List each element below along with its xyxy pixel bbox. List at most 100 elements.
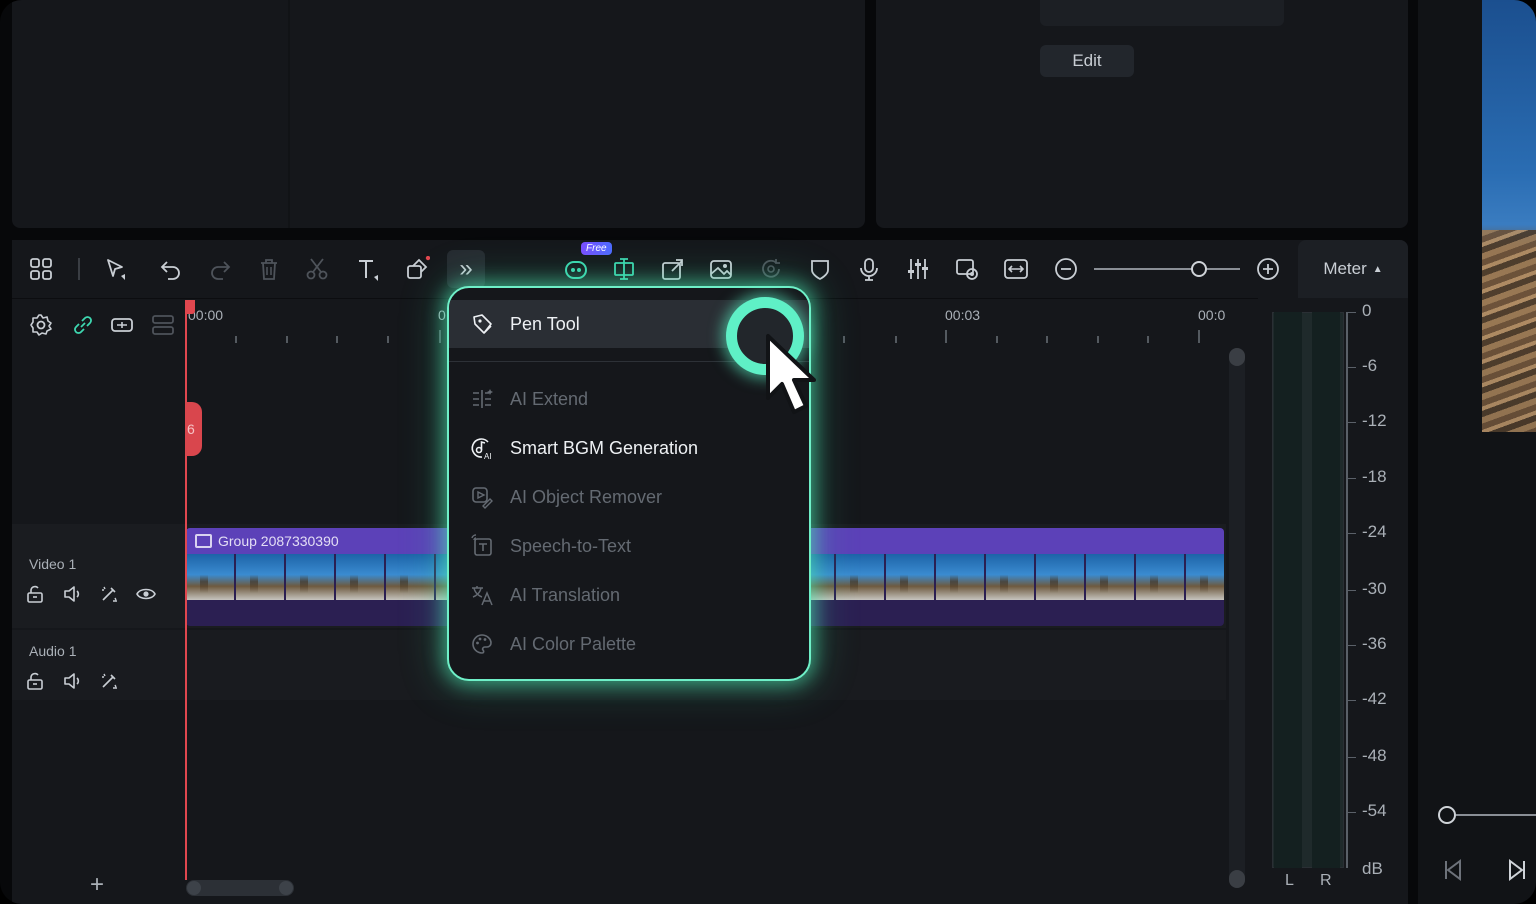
speech-to-text-icon xyxy=(469,533,495,559)
translation-icon xyxy=(469,582,495,608)
playhead[interactable] xyxy=(185,300,187,880)
db-label: -18 xyxy=(1362,467,1387,486)
layout-grid-icon[interactable] xyxy=(26,254,56,284)
properties-panel xyxy=(876,0,1408,228)
menu-item-label: Speech-to-Text xyxy=(510,535,632,556)
object-remover-icon xyxy=(469,484,495,510)
app-window: Edit » Free Meter ▲ 00:00 0 00:03 00:0 V… xyxy=(0,0,1536,904)
toolbar-divider xyxy=(78,258,80,280)
menu-item-speech-to-text[interactable]: Speech-to-Text xyxy=(449,522,809,570)
add-track-button[interactable]: + xyxy=(86,873,108,897)
track-settings-icon[interactable] xyxy=(27,311,55,339)
meter-right-label: R xyxy=(1320,872,1332,889)
video-track-label: Video 1 xyxy=(29,556,77,572)
crop-transform-icon[interactable] xyxy=(402,254,432,284)
media-panel xyxy=(12,0,865,228)
meter-label: Meter xyxy=(1323,259,1367,278)
text-tool-icon[interactable] xyxy=(353,254,383,284)
menu-item-ai-translation[interactable]: AI Translation xyxy=(449,571,809,619)
db-unit-label: dB xyxy=(1362,859,1383,878)
meter-bar-right xyxy=(1312,312,1340,868)
zoom-slider-knob[interactable] xyxy=(1191,261,1207,277)
meter-bar-left xyxy=(1274,312,1302,868)
cut-icon[interactable] xyxy=(302,254,332,284)
db-label: -6 xyxy=(1362,356,1378,375)
track-visibility-icon[interactable] xyxy=(134,582,158,606)
more-tools-button[interactable]: » xyxy=(447,250,485,288)
menu-item-object-remover[interactable]: AI Object Remover xyxy=(449,473,809,521)
audio-lock-icon[interactable] xyxy=(23,669,47,693)
playhead-handle[interactable] xyxy=(185,300,195,314)
menu-item-label: Smart BGM Generation xyxy=(510,437,699,458)
prev-frame-icon[interactable] xyxy=(1440,856,1468,884)
ai-split-icon[interactable] xyxy=(609,254,639,284)
ruler-label-1: 0 xyxy=(438,307,446,323)
audio-mute-icon[interactable] xyxy=(60,669,84,693)
free-badge: Free xyxy=(581,242,612,255)
db-label: 0 xyxy=(1362,301,1372,320)
ruler-label-3: 00:03 xyxy=(945,307,981,323)
ungroup-icon[interactable] xyxy=(149,311,177,339)
image-edit-icon[interactable] xyxy=(706,254,736,284)
delete-icon[interactable] xyxy=(254,254,284,284)
meter-dropdown[interactable]: Meter ▲ xyxy=(1298,240,1408,298)
zoom-slider-track[interactable] xyxy=(1094,268,1240,270)
microphone-icon[interactable] xyxy=(854,254,884,284)
export-frame-icon[interactable] xyxy=(658,254,688,284)
svg-text:AI: AI xyxy=(484,452,492,460)
menu-item-label: AI Object Remover xyxy=(510,486,663,507)
vertical-scrollbar[interactable] xyxy=(1229,348,1245,888)
ruler-label-4: 00:0 xyxy=(1198,307,1226,323)
track-lock-icon[interactable] xyxy=(23,582,47,606)
scrollbar-handle-bottom[interactable] xyxy=(1229,870,1245,888)
edit-button[interactable]: Edit xyxy=(1040,45,1134,77)
next-frame-icon[interactable] xyxy=(1502,856,1530,884)
menu-item-ai-extend[interactable]: AI Extend xyxy=(449,375,809,423)
db-label: -42 xyxy=(1362,689,1387,708)
audio-track-label: Audio 1 xyxy=(29,643,77,659)
group-link-icon[interactable] xyxy=(108,311,136,339)
menu-item-label: AI Translation xyxy=(510,584,621,605)
track-magic-icon[interactable] xyxy=(97,582,121,606)
menu-item-label: AI Color Palette xyxy=(510,633,637,654)
db-label: -36 xyxy=(1362,634,1387,653)
mask-shield-icon[interactable] xyxy=(805,254,835,284)
fit-timeline-icon[interactable] xyxy=(1001,254,1031,284)
db-label: -12 xyxy=(1362,411,1387,430)
clip-title: Group 2087330390 xyxy=(218,533,339,549)
menu-item-ai-color-palette[interactable]: AI Color Palette xyxy=(449,620,809,668)
select-tool-icon[interactable] xyxy=(101,254,131,284)
effect-thumbnail[interactable] xyxy=(1040,0,1284,26)
playhead-marker[interactable]: 6 xyxy=(185,402,202,456)
auto-reframe-icon[interactable] xyxy=(756,254,786,284)
audio-mixer-icon[interactable] xyxy=(903,254,933,284)
caret-up-icon: ▲ xyxy=(1372,263,1383,275)
db-label: -54 xyxy=(1362,801,1387,820)
audio-magic-icon[interactable] xyxy=(97,669,121,693)
menu-item-smart-bgm[interactable]: AI Smart BGM Generation xyxy=(449,424,809,472)
player-progress-track[interactable] xyxy=(1456,814,1536,816)
undo-icon[interactable] xyxy=(156,254,186,284)
meter-left-label: L xyxy=(1285,872,1294,889)
screen-record-icon[interactable] xyxy=(952,254,982,284)
smart-bgm-icon: AI xyxy=(469,435,495,461)
track-mute-icon[interactable] xyxy=(60,582,84,606)
preview-image xyxy=(1482,0,1536,432)
pen-tool-icon xyxy=(469,311,495,337)
ai-extend-icon xyxy=(469,386,495,412)
scrollbar-handle-top[interactable] xyxy=(1229,348,1245,366)
mouse-cursor-icon xyxy=(766,334,816,414)
horizontal-scrollbar[interactable] xyxy=(186,880,294,896)
link-icon[interactable] xyxy=(69,311,97,339)
db-label: -24 xyxy=(1362,522,1387,541)
image-icon xyxy=(195,534,212,548)
ai-copilot-icon[interactable] xyxy=(561,254,591,284)
redo-icon[interactable] xyxy=(205,254,235,284)
db-label: -30 xyxy=(1362,579,1387,598)
menu-item-label: Pen Tool xyxy=(510,313,580,334)
menu-item-label: AI Extend xyxy=(510,388,589,409)
db-label: -48 xyxy=(1362,746,1387,765)
zoom-out-icon[interactable] xyxy=(1051,254,1081,284)
player-progress-knob[interactable] xyxy=(1438,806,1456,824)
zoom-in-icon[interactable] xyxy=(1253,254,1283,284)
